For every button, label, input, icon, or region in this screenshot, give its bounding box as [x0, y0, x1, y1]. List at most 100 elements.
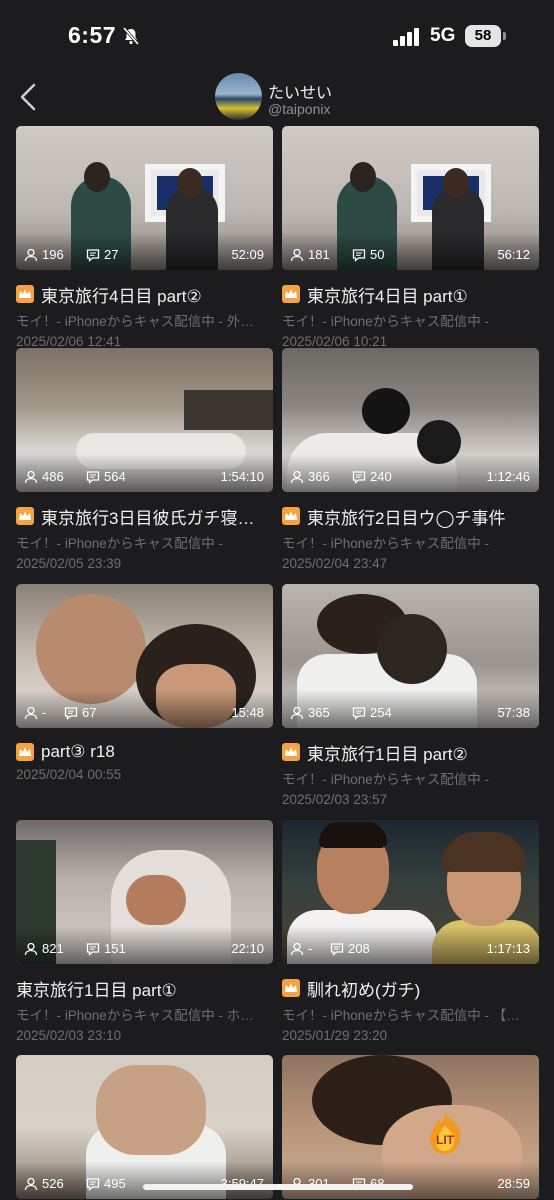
video-card[interactable]: - 208 1:17:13 馴れ初め(ガチ) モイ！- iPhoneからキャス配…: [282, 820, 539, 1043]
svg-text:LIT: LIT: [436, 1133, 455, 1147]
video-duration: 1:54:10: [220, 469, 264, 484]
person-icon: [290, 470, 304, 483]
comment-count: 208: [330, 941, 370, 956]
avatar[interactable]: [215, 73, 262, 120]
video-thumbnail[interactable]: 181 50 56:12: [282, 126, 539, 270]
viewer-count: 486: [24, 469, 64, 484]
video-card[interactable]: 486 564 1:54:10 東京旅行3日目彼氏ガチ寝… モイ！- iPhon…: [16, 348, 273, 571]
video-thumbnail[interactable]: 365 254 57:38: [282, 584, 539, 728]
video-card[interactable]: 821 151 22:10 東京旅行1日目 part① モイ！- iPhoneか…: [16, 820, 273, 1043]
video-description: モイ！- iPhoneからキャス配信中 - ホ…: [16, 1008, 254, 1023]
crown-icon: [16, 507, 34, 525]
video-title[interactable]: 東京旅行1日目 part①: [16, 976, 177, 1001]
viewer-count: 821: [24, 941, 64, 956]
viewer-count: -: [24, 705, 46, 720]
viewer-count: 526: [24, 1176, 64, 1191]
video-card[interactable]: 181 50 56:12 東京旅行4日目 part① モイ！- iPhoneから…: [282, 126, 539, 349]
viewer-count: 365: [290, 705, 330, 720]
video-grid: 196 27 52:09 東京旅行4日目 part② モイ！- iPhoneから…: [0, 126, 554, 1200]
video-card[interactable]: 366 240 1:12:46 東京旅行2日目ウ◯チ事件 モイ！- iPhone…: [282, 348, 539, 571]
status-bar: 6:57 5G 58: [0, 0, 554, 70]
video-description: モイ！- iPhoneからキャス配信中 - 外…: [16, 314, 254, 329]
viewer-count: 366: [290, 469, 330, 484]
video-title[interactable]: 馴れ初め(ガチ): [307, 976, 420, 1001]
crown-icon: [282, 979, 300, 997]
video-title[interactable]: 東京旅行4日目 part②: [41, 282, 202, 307]
video-description: モイ！- iPhoneからキャス配信中 -: [282, 314, 490, 329]
video-card[interactable]: 365 254 57:38 東京旅行1日目 part② モイ！- iPhoneか…: [282, 584, 539, 807]
video-duration: 56:12: [497, 247, 530, 262]
comment-icon: [86, 470, 100, 484]
profile-name: たいせい: [268, 85, 333, 102]
person-icon: [290, 248, 304, 261]
video-date: 2025/02/04 23:47: [282, 556, 388, 571]
video-thumbnail[interactable]: 526 495 3:59:47: [16, 1055, 273, 1199]
viewer-count: 196: [24, 247, 64, 262]
video-duration: 57:38: [497, 705, 530, 720]
video-card[interactable]: - 67 15:48 part③ r18 2025/02/04 00:55: [16, 584, 273, 782]
comment-icon: [64, 706, 78, 720]
video-date: 2025/02/03 23:57: [282, 792, 388, 807]
comment-icon: [352, 248, 366, 262]
video-thumbnail[interactable]: 366 240 1:12:46: [282, 348, 539, 492]
person-icon: [24, 1177, 38, 1190]
video-title[interactable]: 東京旅行2日目ウ◯チ事件: [307, 504, 505, 529]
status-time: 6:57: [68, 22, 117, 48]
person-icon: [24, 706, 38, 719]
video-title[interactable]: 東京旅行4日目 part①: [307, 282, 468, 307]
comment-icon: [352, 470, 366, 484]
comment-count: 564: [86, 469, 126, 484]
profile-header: たいせい @taiponix: [0, 70, 554, 126]
video-thumbnail[interactable]: - 67 15:48: [16, 584, 273, 728]
person-icon: [290, 942, 304, 955]
crown-icon: [16, 743, 34, 761]
battery-icon: 58: [465, 25, 501, 47]
profile-handle: @taiponix: [268, 101, 331, 117]
crown-icon: [16, 285, 34, 303]
crown-icon: [282, 743, 300, 761]
video-thumbnail[interactable]: 486 564 1:54:10: [16, 348, 273, 492]
person-icon: [24, 470, 38, 483]
video-duration: 15:48: [231, 705, 264, 720]
comment-count: 495: [86, 1176, 126, 1191]
back-button[interactable]: [12, 80, 46, 114]
comment-count: 27: [86, 247, 118, 262]
video-thumbnail[interactable]: LIT 301 68 28:59: [282, 1055, 539, 1199]
comment-count: 254: [352, 705, 392, 720]
video-card[interactable]: LIT 301 68 28:59: [282, 1055, 539, 1199]
video-date: 2025/02/06 12:41: [16, 334, 122, 349]
video-card[interactable]: 526 495 3:59:47: [16, 1055, 273, 1199]
crown-icon: [282, 507, 300, 525]
video-description: モイ！- iPhoneからキャス配信中 - 【…: [282, 1008, 520, 1023]
comment-icon: [86, 1177, 100, 1191]
comment-icon: [86, 942, 100, 956]
video-card[interactable]: 196 27 52:09 東京旅行4日目 part② モイ！- iPhoneから…: [16, 126, 273, 349]
video-title[interactable]: 東京旅行1日目 part②: [307, 740, 468, 765]
video-title[interactable]: part③ r18: [41, 742, 115, 762]
video-description: モイ！- iPhoneからキャス配信中 -: [16, 536, 224, 551]
video-duration: 1:12:46: [486, 469, 530, 484]
video-duration: 22:10: [231, 941, 264, 956]
comment-icon: [352, 706, 366, 720]
video-date: 2025/02/04 00:55: [16, 767, 122, 782]
network-type: 5G: [430, 25, 456, 46]
video-thumbnail[interactable]: 196 27 52:09: [16, 126, 273, 270]
video-duration: 28:59: [497, 1176, 530, 1191]
lit-fire-badge-icon: LIT: [430, 1113, 461, 1154]
video-date: 2025/02/06 10:21: [282, 334, 388, 349]
comment-icon: [330, 942, 344, 956]
video-thumbnail[interactable]: - 208 1:17:13: [282, 820, 539, 964]
viewer-count: -: [290, 941, 312, 956]
home-indicator[interactable]: [143, 1184, 413, 1190]
comment-count: 67: [64, 705, 96, 720]
person-icon: [24, 248, 38, 261]
comment-count: 240: [352, 469, 392, 484]
video-duration: 1:17:13: [486, 941, 530, 956]
video-thumbnail[interactable]: 821 151 22:10: [16, 820, 273, 964]
video-date: 2025/01/29 23:20: [282, 1028, 388, 1043]
crown-icon: [282, 285, 300, 303]
person-icon: [24, 942, 38, 955]
video-title[interactable]: 東京旅行3日目彼氏ガチ寝…: [41, 504, 254, 529]
comment-count: 151: [86, 941, 126, 956]
bell-muted-icon: [122, 27, 140, 45]
